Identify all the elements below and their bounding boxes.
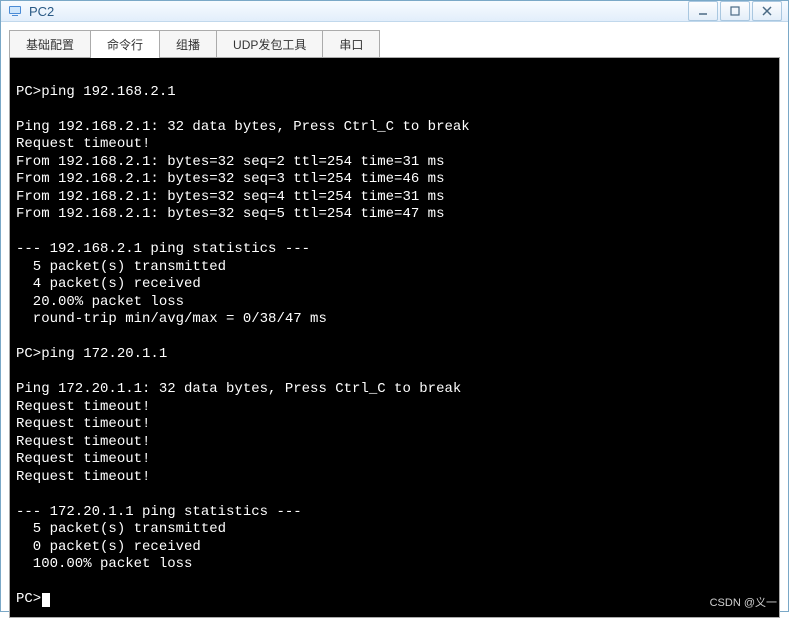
minimize-button[interactable] xyxy=(688,1,718,21)
watermark: CSDN @义一 xyxy=(710,594,777,610)
close-button[interactable] xyxy=(752,1,782,21)
app-window: PC2 基础配置 命令行 组播 UDP发包工具 串口 PC>ping 192.1… xyxy=(0,0,789,612)
tab-content: PC>ping 192.168.2.1 Ping 192.168.2.1: 32… xyxy=(9,57,780,618)
terminal-cursor xyxy=(42,593,50,607)
maximize-button[interactable] xyxy=(720,1,750,21)
client-area: 基础配置 命令行 组播 UDP发包工具 串口 PC>ping 192.168.2… xyxy=(1,22,788,622)
app-icon xyxy=(7,3,23,19)
titlebar: PC2 xyxy=(1,1,788,22)
tab-udp-tool[interactable]: UDP发包工具 xyxy=(217,30,323,58)
window-title: PC2 xyxy=(29,4,688,19)
tab-command-line[interactable]: 命令行 xyxy=(91,30,160,58)
tab-multicast[interactable]: 组播 xyxy=(160,30,217,58)
terminal-output[interactable]: PC>ping 192.168.2.1 Ping 192.168.2.1: 32… xyxy=(10,58,779,617)
window-buttons xyxy=(688,1,782,21)
tab-bar: 基础配置 命令行 组播 UDP发包工具 串口 xyxy=(9,30,780,58)
tab-basic-config[interactable]: 基础配置 xyxy=(9,30,91,58)
tab-serial[interactable]: 串口 xyxy=(323,30,380,58)
